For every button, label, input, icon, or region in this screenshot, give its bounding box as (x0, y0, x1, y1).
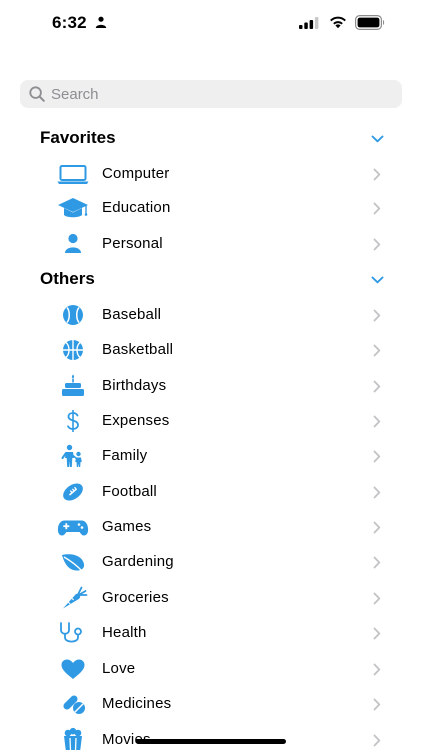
chevron-right-icon (373, 592, 381, 605)
chevron-right-icon (373, 309, 381, 322)
list-item-education[interactable]: Education (0, 191, 422, 225)
basketball-icon (57, 337, 89, 363)
list-item-groceries[interactable]: Groceries (0, 581, 422, 615)
stethoscope-icon (57, 620, 89, 646)
section-title: Others (40, 269, 95, 288)
dollar-sign-icon (57, 408, 89, 434)
popcorn-icon (57, 727, 89, 750)
person-icon (57, 231, 89, 257)
carrot-icon (57, 585, 89, 611)
list-item-baseball[interactable]: Baseball (0, 298, 422, 332)
birthday-cake-icon (57, 373, 89, 399)
section-header-favorites[interactable]: Favorites (0, 124, 422, 154)
cellular-signal-icon (299, 17, 319, 29)
person-fill-icon (95, 16, 107, 28)
chevron-right-icon (373, 734, 381, 747)
chevron-right-icon (373, 450, 381, 463)
leaf-icon (57, 549, 89, 575)
family-icon (57, 443, 89, 469)
list-item-basketball[interactable]: Basketball (0, 333, 422, 367)
football-icon (57, 479, 89, 505)
game-controller-icon (57, 514, 89, 540)
list-item-family[interactable]: Family (0, 439, 422, 473)
list-item-label: Basketball (102, 341, 174, 358)
home-indicator[interactable] (136, 739, 286, 744)
chevron-right-icon (373, 627, 381, 640)
section-title: Favorites (40, 128, 116, 147)
list-item-label: Personal (102, 235, 163, 252)
list-item-computer[interactable]: Computer (0, 157, 422, 191)
list-item-label: Football (102, 483, 157, 500)
list-item-expenses[interactable]: Expenses (0, 404, 422, 438)
chevron-right-icon (373, 486, 381, 499)
list-item-label: Health (102, 624, 147, 641)
status-bar: 6:32 (0, 0, 422, 48)
list-item-label: Love (102, 660, 136, 677)
chevron-right-icon (373, 521, 381, 534)
chevron-right-icon (373, 698, 381, 711)
chevron-right-icon (373, 202, 381, 215)
list-item-gardening[interactable]: Gardening (0, 545, 422, 579)
list-item-label: Games (102, 518, 152, 535)
list-item-medicines[interactable]: Medicines (0, 687, 422, 721)
list-item-personal[interactable]: Personal (0, 227, 422, 261)
magnifying-glass-icon (29, 86, 45, 102)
search-bar[interactable] (20, 80, 402, 108)
list-item-label: Computer (102, 165, 170, 182)
chevron-right-icon (373, 238, 381, 251)
chevron-right-icon (373, 663, 381, 676)
list-item-health[interactable]: Health (0, 616, 422, 650)
battery-icon (355, 15, 385, 30)
chevron-right-icon (373, 168, 381, 181)
list-item-label: Baseball (102, 306, 162, 323)
list-item-label: Education (102, 199, 171, 216)
list-item-label: Groceries (102, 589, 169, 606)
chevron-down-icon[interactable] (371, 276, 384, 284)
list-item-love[interactable]: Love (0, 652, 422, 686)
search-input[interactable] (51, 80, 391, 108)
laptop-icon (57, 161, 89, 187)
chevron-right-icon (373, 380, 381, 393)
list-item-label: Gardening (102, 553, 174, 570)
chevron-right-icon (373, 344, 381, 357)
status-time: 6:32 (52, 13, 87, 32)
chevron-right-icon (373, 556, 381, 569)
pills-icon (57, 691, 89, 717)
list-item-birthdays[interactable]: Birthdays (0, 369, 422, 403)
list-item-label: Family (102, 447, 148, 464)
graduation-cap-icon (57, 195, 89, 221)
list-item-football[interactable]: Football (0, 475, 422, 509)
chevron-down-icon[interactable] (371, 135, 384, 143)
list-item-label: Birthdays (102, 377, 167, 394)
list-item-games[interactable]: Games (0, 510, 422, 544)
heart-icon (57, 656, 89, 682)
list-item-movies[interactable]: Movies (0, 723, 422, 750)
chevron-right-icon (373, 415, 381, 428)
wifi-icon (330, 16, 346, 29)
section-header-others[interactable]: Others (0, 265, 422, 295)
list-item-label: Medicines (102, 695, 172, 712)
baseball-icon (57, 302, 89, 328)
list-item-label: Expenses (102, 412, 170, 429)
